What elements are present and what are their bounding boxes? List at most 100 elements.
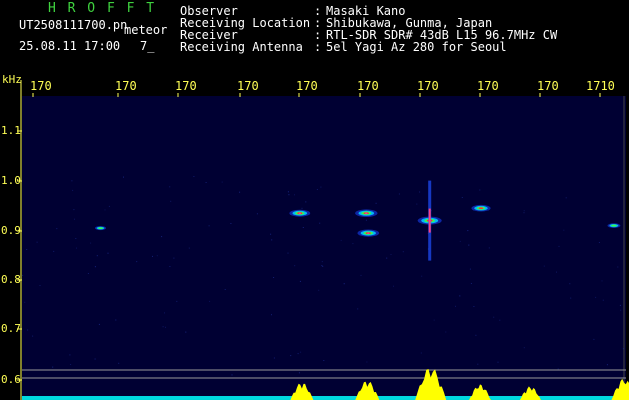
- noise-speck: [162, 326, 164, 328]
- noise-speck: [108, 205, 110, 207]
- noise-speck: [288, 194, 290, 196]
- noise-speck: [297, 353, 299, 355]
- noise-speck: [475, 334, 477, 336]
- noise-speck: [169, 186, 171, 188]
- noise-speck: [71, 180, 73, 182]
- noise-speck: [601, 280, 603, 282]
- noise-speck: [421, 275, 423, 277]
- noise-speck: [193, 176, 195, 177]
- noise-speck: [94, 266, 96, 268]
- noise-speck: [300, 351, 302, 353]
- noise-speck: [221, 181, 223, 183]
- noise-speck: [469, 268, 471, 270]
- noise-speck: [52, 366, 54, 368]
- noise-speck: [75, 238, 77, 239]
- noise-speck: [123, 176, 124, 178]
- noise-speck: [366, 361, 368, 363]
- noise-speck: [420, 352, 422, 354]
- noise-speck: [398, 193, 400, 195]
- noise-speck: [352, 243, 354, 245]
- noise-speck: [305, 201, 307, 203]
- noise-speck: [96, 255, 98, 257]
- noise-speck: [318, 289, 320, 291]
- noise-speck: [386, 257, 388, 259]
- noise-speck: [76, 247, 77, 249]
- noise-speck: [208, 225, 210, 227]
- noise-speck: [26, 249, 28, 250]
- noise-speck: [287, 191, 289, 193]
- noise-speck: [563, 229, 565, 231]
- noise-speck: [459, 295, 461, 297]
- noise-speck: [461, 197, 463, 198]
- plot-background: [22, 96, 626, 399]
- meteor-echo: [607, 223, 621, 228]
- noise-speck: [360, 274, 362, 276]
- noise-speck: [321, 265, 323, 267]
- meteor-echo: [355, 209, 378, 217]
- noise-speck: [270, 233, 272, 235]
- noise-speck: [176, 300, 178, 302]
- noise-speck: [493, 316, 495, 318]
- noise-speck: [497, 361, 499, 363]
- noise-speck: [74, 218, 75, 220]
- noise-speck: [256, 213, 258, 215]
- noise-speck: [619, 304, 621, 306]
- noise-speck: [27, 329, 29, 331]
- noise-speck: [620, 309, 622, 311]
- noise-speck: [593, 338, 595, 340]
- noise-speck: [185, 331, 187, 333]
- noise-speck: [343, 283, 345, 285]
- noise-speck: [467, 230, 469, 232]
- noise-speck: [302, 227, 304, 228]
- noise-speck: [617, 266, 619, 268]
- noise-speck: [294, 265, 296, 267]
- noise-speck: [557, 368, 559, 370]
- noise-speck: [543, 265, 545, 267]
- noise-speck: [72, 189, 74, 191]
- noise-speck: [569, 283, 571, 285]
- noise-speck: [271, 314, 272, 316]
- noise-speck: [231, 374, 233, 376]
- noise-speck: [36, 241, 38, 243]
- noise-speck: [558, 245, 560, 247]
- noise-speck: [161, 236, 163, 238]
- noise-speck: [98, 323, 100, 325]
- noise-speck: [230, 223, 232, 224]
- noise-speck: [24, 301, 26, 303]
- noise-speck: [209, 300, 211, 302]
- noise-speck: [70, 364, 72, 365]
- noise-speck: [602, 299, 604, 301]
- noise-speck: [459, 240, 461, 242]
- noise-speck: [188, 247, 190, 249]
- noise-speck: [433, 319, 435, 321]
- noise-speck: [290, 355, 292, 357]
- noise-speck: [365, 219, 367, 221]
- noise-speck: [322, 266, 324, 267]
- noise-speck: [22, 274, 24, 276]
- meteor-echo: [471, 204, 491, 212]
- noise-speck: [321, 261, 323, 263]
- noise-speck: [419, 191, 421, 193]
- noise-speck: [271, 239, 273, 241]
- noise-speck: [156, 255, 158, 257]
- noise-speck: [205, 182, 207, 183]
- noise-speck: [606, 364, 608, 366]
- noise-speck: [477, 363, 479, 365]
- spectrogram-screen: H R O F F T UT2508111700.pn meteor 25.08…: [0, 0, 629, 400]
- noise-speck: [319, 222, 321, 224]
- noise-speck: [323, 360, 325, 361]
- noise-speck: [340, 239, 342, 241]
- noise-speck: [115, 319, 117, 321]
- noise-speck: [470, 283, 472, 284]
- noise-speck: [565, 197, 567, 199]
- noise-speck: [39, 285, 41, 286]
- noise-speck: [294, 194, 295, 196]
- noise-speck: [570, 297, 572, 299]
- spectrogram-plot: [17, 80, 629, 400]
- noise-speck: [165, 326, 166, 328]
- noise-speck: [402, 251, 404, 253]
- noise-speck: [287, 252, 289, 254]
- noise-speck: [595, 296, 597, 298]
- noise-speck: [488, 247, 490, 249]
- noise-speck: [523, 210, 525, 212]
